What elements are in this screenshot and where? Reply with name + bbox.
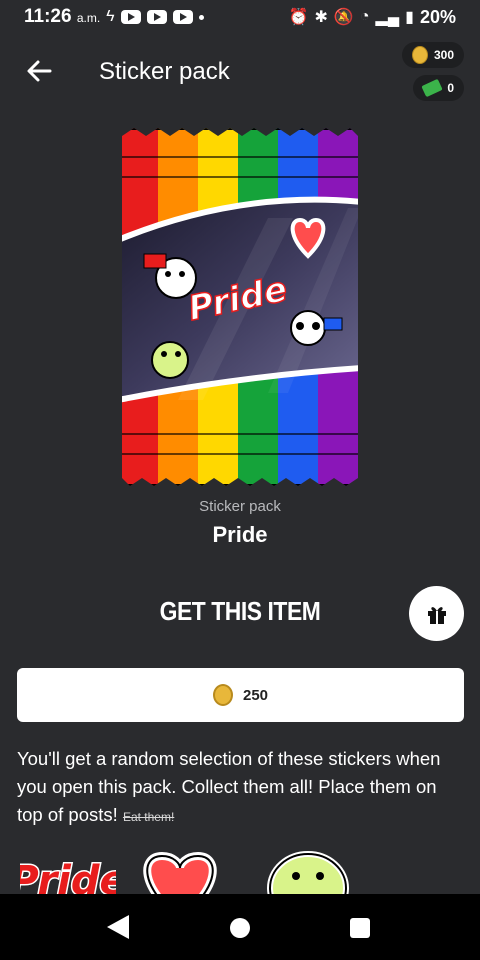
back-button[interactable]	[24, 56, 54, 86]
nav-back-button[interactable]	[107, 915, 129, 939]
battery-icon: ▮	[405, 9, 414, 26]
status-time: 11:26 a.m.	[24, 6, 101, 27]
cash-icon	[421, 78, 444, 98]
mute-icon: 🔕	[333, 9, 354, 26]
page-title: Sticker pack	[99, 58, 230, 85]
status-right: ⏰ ✱ 🔕 ◔ ▂▄ ▮ 20%	[289, 7, 456, 28]
status-bar: 11:26 a.m. ϟ ⏰ ✱ 🔕 ◔ ▂▄ ▮ 20%	[0, 0, 480, 34]
frog-sticker	[151, 341, 189, 379]
coin-icon	[212, 684, 233, 706]
status-left: 11:26 a.m. ϟ	[24, 6, 204, 28]
svg-text:Pride: Pride	[20, 858, 116, 894]
cash-balance[interactable]: 0	[413, 75, 464, 101]
system-nav-bar	[0, 894, 480, 960]
price-value: 250	[242, 686, 269, 704]
nav-recents-button[interactable]	[350, 918, 370, 938]
bluetooth-icon: ✱	[314, 9, 328, 26]
wifi-icon: ◔	[359, 8, 370, 25]
youtube-icon	[146, 10, 167, 24]
pack-description: You'll get a random selection of these s…	[17, 745, 463, 831]
sticker-preview-row: Pride	[20, 848, 460, 894]
app-header: Sticker pack 300 0	[0, 34, 480, 110]
flash-icon: ϟ	[106, 8, 115, 25]
gift-button[interactable]	[409, 586, 464, 641]
notification-dot-icon	[198, 14, 204, 20]
pack-type-label: Sticker pack	[199, 498, 281, 515]
alarm-icon: ⏰	[288, 9, 309, 26]
sticker-pack-image: Pride	[118, 128, 362, 486]
signal-icon: ▂▄	[375, 9, 400, 26]
heart-sticker	[143, 851, 217, 894]
back-arrow-icon	[27, 60, 52, 82]
description-text: You'll get a random selection of these s…	[17, 748, 441, 825]
youtube-icon	[172, 10, 193, 24]
pack-name: Pride	[212, 522, 268, 547]
gift-icon	[427, 606, 446, 624]
description-strike-text: Eat them!	[122, 810, 175, 824]
battery-level: 20%	[419, 6, 456, 27]
coin-balance-value: 300	[433, 48, 454, 62]
cash-balance-value: 0	[447, 81, 454, 95]
frog-sticker	[267, 851, 349, 894]
buy-button[interactable]: 250	[17, 668, 464, 722]
coin-icon	[411, 46, 428, 64]
get-item-heading: GET THIS ITEM	[159, 596, 321, 626]
youtube-icon	[120, 10, 141, 24]
pride-text-sticker: Pride	[20, 857, 116, 895]
nav-home-button[interactable]	[230, 918, 250, 938]
coin-balance[interactable]: 300	[401, 42, 464, 68]
